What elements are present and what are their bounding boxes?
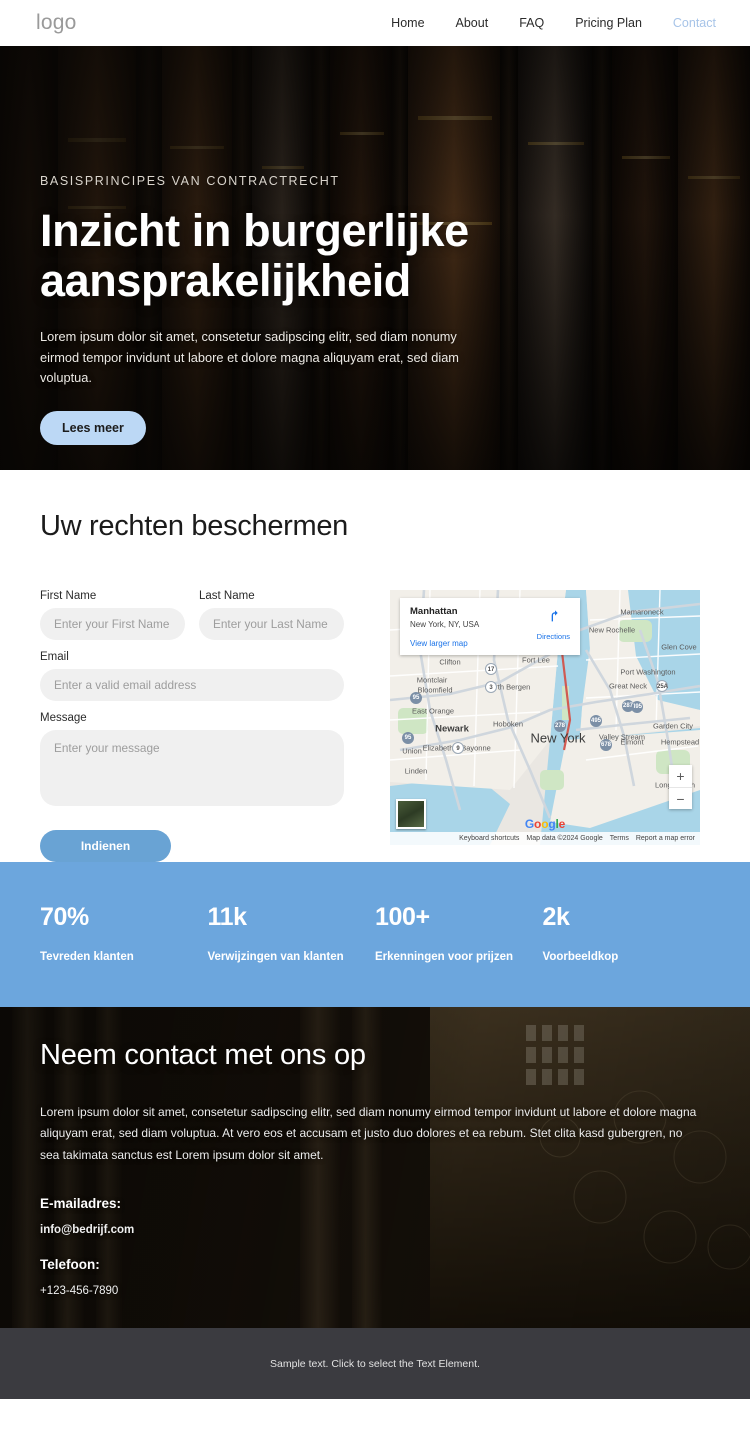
map-place-label: Montclair [416, 675, 448, 685]
google-logo: Google [524, 817, 566, 831]
map-place-label: Garden City [652, 721, 694, 731]
email-field-group: Email [40, 651, 344, 701]
map-place-label: Newark [435, 723, 469, 735]
map-place-label: East Orange [411, 706, 455, 716]
stats-section: 70% Tevreden klanten 11k Verwijzingen va… [0, 862, 750, 1007]
site-header: logo Home About FAQ Pricing Plan Contact [0, 0, 750, 46]
message-label: Message [40, 712, 87, 724]
map-street-view-thumbnail[interactable] [396, 799, 426, 829]
logo[interactable]: logo [36, 11, 77, 35]
map-place-label: Glen Cove [661, 642, 697, 652]
map-data-credit: Map data ©2024 Google [526, 835, 603, 842]
stat-label: Verwijzingen van klanten [207, 951, 344, 963]
first-name-label: First Name [40, 590, 97, 602]
email-address-value[interactable]: info@bedrijf.com [40, 1224, 710, 1236]
map-place-label: Hempstead [660, 737, 700, 747]
submit-button[interactable]: Indienen [40, 830, 171, 862]
map-route-shield: 25A [656, 680, 668, 692]
nav-item-faq[interactable]: FAQ [519, 16, 544, 30]
message-field-group: Message [40, 712, 344, 806]
view-larger-map-link[interactable]: View larger map [410, 639, 479, 648]
map-route-shield: 287 [622, 700, 634, 712]
first-name-field-group: First Name [40, 590, 185, 640]
hero-eyebrow: BASISPRINCIPES VAN CONTRACTRECHT [40, 174, 340, 188]
map-route-shield: 95 [410, 692, 422, 704]
last-name-field-group: Last Name [199, 590, 344, 640]
map-place-label: Clifton [439, 657, 461, 667]
map-place-label: Bloomfield [417, 685, 453, 695]
map-route-shield: 495 [590, 715, 602, 727]
stat-item: 70% Tevreden klanten [40, 903, 208, 963]
map-route-shield: 678 [600, 739, 612, 751]
last-name-input[interactable] [199, 608, 344, 640]
map-place-label: Linden [404, 766, 428, 776]
stat-item: 11k Verwijzingen van klanten [208, 903, 376, 963]
last-name-label: Last Name [199, 590, 255, 602]
hero-description: Lorem ipsum dolor sit amet, consetetur s… [40, 328, 459, 386]
hero-title: Inzicht in burgerlijke aansprakelijkheid [40, 205, 469, 307]
map-place-label: Hoboken [492, 719, 524, 729]
google-map[interactable]: New York Newark Clifton Montclair Bloomfield… [390, 590, 700, 845]
stat-value: 70% [40, 903, 89, 931]
stat-label: Tevreden klanten [40, 951, 134, 963]
nav-item-contact[interactable]: Contact [673, 16, 716, 30]
phone-value[interactable]: +123-456-7890 [40, 1285, 710, 1297]
read-more-button[interactable]: Lees meer [40, 410, 146, 445]
map-place-address: New York, NY, USA [410, 619, 480, 629]
directions-label: Directions [536, 632, 570, 641]
map-info-card[interactable]: Manhattan New York, NY, USA View larger … [400, 598, 580, 655]
stat-item: 2k Voorbeeldkop [543, 903, 711, 963]
nav-item-home[interactable]: Home [391, 16, 424, 30]
stat-item: 100+ Erkenningen voor prijzen [375, 903, 543, 963]
zoom-in-button[interactable]: + [669, 765, 692, 787]
first-name-input[interactable] [40, 608, 185, 640]
map-route-shield: 3 [485, 681, 497, 693]
footer-text[interactable]: Sample text. Click to select the Text El… [270, 1358, 480, 1370]
stat-label: Erkenningen voor prijzen [375, 951, 514, 963]
map-place-name: Manhattan [410, 606, 458, 617]
map-place-label: Union [402, 746, 422, 756]
contact-title: Neem contact met ons op [40, 1039, 366, 1071]
stat-value: 100+ [375, 903, 430, 931]
map-place-label: Great Neck [609, 681, 647, 691]
map-attribution-bar: Keyboard shortcuts Map data ©2024 Google… [390, 832, 700, 845]
map-place-label: Port Washington [620, 667, 676, 677]
report-map-error-link[interactable]: Report a map error [636, 835, 695, 842]
message-textarea[interactable] [40, 730, 344, 806]
email-input[interactable] [40, 669, 344, 701]
map-route-shield: 9 [452, 742, 464, 754]
map-route-shield: 95 [402, 732, 414, 744]
map-place-label: New Rochelle [588, 625, 636, 635]
contact-form-section: Uw rechten beschermen First Name Last Na… [0, 470, 750, 862]
hero-section: BASISPRINCIPES VAN CONTRACTRECHT Inzicht… [0, 46, 750, 470]
directions-icon [551, 610, 558, 622]
map-place-label: Mamaroneck [620, 607, 664, 617]
map-zoom-controls[interactable]: + − [669, 765, 692, 809]
keyboard-shortcuts-link[interactable]: Keyboard shortcuts [459, 835, 519, 842]
stat-label: Voorbeeldkop [542, 951, 619, 963]
contact-section: Neem contact met ons op Lorem ipsum dolo… [0, 1007, 750, 1328]
section-title: Uw rechten beschermen [40, 510, 349, 542]
site-footer: Sample text. Click to select the Text El… [0, 1328, 750, 1399]
main-navigation: Home About FAQ Pricing Plan Contact [391, 16, 716, 30]
map-place-label: Bayonne [461, 743, 491, 753]
contact-description: Lorem ipsum dolor sit amet, consetetur s… [40, 1105, 697, 1162]
directions-button[interactable]: Directions [537, 606, 570, 648]
map-place-label: Fort Lee [522, 655, 550, 665]
stat-value: 11k [207, 903, 248, 931]
email-address-label: E-mailadres: [40, 1196, 122, 1212]
map-place-label: New York [530, 730, 586, 746]
phone-label: Telefoon: [40, 1257, 100, 1273]
stat-value: 2k [542, 903, 570, 931]
nav-item-about[interactable]: About [456, 16, 489, 30]
map-route-shield: 278 [554, 720, 566, 732]
contact-form: First Name Last Name Email Message Indie… [40, 590, 344, 862]
map-route-shield: 17 [485, 663, 497, 675]
email-label: Email [40, 651, 69, 663]
terms-link[interactable]: Terms [610, 835, 629, 842]
nav-item-pricing-plan[interactable]: Pricing Plan [575, 16, 642, 30]
zoom-out-button[interactable]: − [669, 787, 692, 809]
map-place-label: Elizabeth [422, 743, 454, 753]
